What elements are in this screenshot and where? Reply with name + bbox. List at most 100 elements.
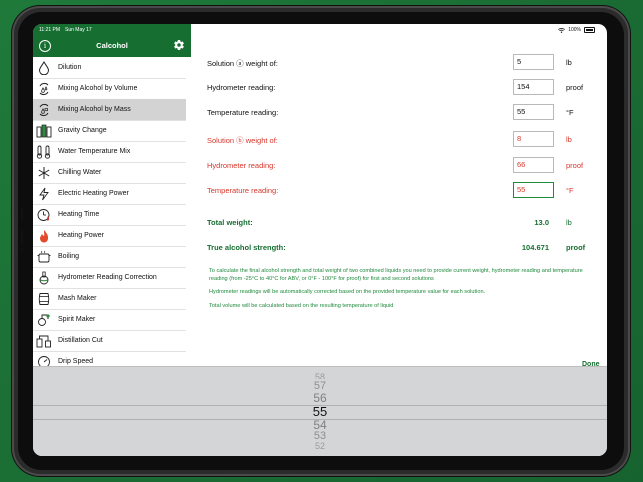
picker-option[interactable]: 53 <box>33 430 607 442</box>
drip-gauge-icon <box>36 354 52 366</box>
sidebar-item-chilling-water[interactable]: Chilling Water <box>33 162 186 184</box>
lightning-icon <box>36 186 52 202</box>
sidebar-item-label: Dilution <box>58 64 82 71</box>
hydrometer-correction-icon <box>36 270 52 286</box>
sidebar-item-label: Spirit Maker <box>58 316 96 323</box>
picker-option[interactable]: 52 <box>33 442 607 449</box>
unit-label: proof <box>566 161 584 170</box>
sidebar-item-electric-heating-power[interactable]: Electric Heating Power <box>33 183 186 205</box>
unit-label: °F <box>566 108 574 117</box>
snowflake-icon <box>36 165 52 181</box>
unit-label: lb <box>566 135 572 144</box>
sidebar-item-label: Mixing Alcohol by Mass <box>58 106 131 113</box>
field-label: Solution ⓐ weight of: <box>207 59 278 68</box>
true-strength-label: True alcohol strength: <box>207 243 286 252</box>
flame-icon <box>36 228 52 244</box>
solution-a-temperature-row: Temperature reading: 55 °F <box>207 104 603 122</box>
mix-volume-icon <box>36 81 52 97</box>
solution-b-temperature-row: Temperature reading: 55 °F <box>207 182 603 200</box>
sidebar-item-hydrometer-reading-correction[interactable]: Hydrometer Reading Correction <box>33 267 186 289</box>
solution-a-hydrometer-input[interactable]: 154 <box>513 79 554 95</box>
solution-b-temperature-input[interactable]: 55 <box>513 182 554 198</box>
barrel-icon <box>36 291 52 307</box>
side-button <box>21 248 23 251</box>
picker-option[interactable]: 58 <box>33 372 607 379</box>
field-label: Hydrometer reading: <box>207 83 276 92</box>
sidebar-item-label: Water Temperature Mix <box>58 148 131 155</box>
app-screen: 11:21 PM Sun May 17 100% i Calcohol Dilu… <box>33 24 607 456</box>
sidebar-item-water-temperature-mix[interactable]: Water Temperature Mix <box>33 141 186 163</box>
info-note: Hydrometer readings will be automaticall… <box>209 289 486 295</box>
sidebar-item-drip-speed[interactable]: Drip Speed <box>33 351 186 366</box>
true-strength-value: 104.671 <box>521 243 549 252</box>
side-button <box>21 230 23 244</box>
drop-icon <box>36 60 52 76</box>
pot-icon <box>36 249 52 265</box>
sidebar-item-label: Mixing Alcohol by Volume <box>58 85 138 92</box>
app-title: Calcohol <box>96 41 128 50</box>
picker-selected-option[interactable]: 55 <box>33 404 607 419</box>
sidebar-item-label: Drip Speed <box>58 358 94 365</box>
sidebar-item-label: Gravity Change <box>58 127 107 134</box>
sidebar-item-heating-power[interactable]: Heating Power <box>33 225 186 247</box>
still-icon <box>36 312 52 328</box>
solution-a-weight-input[interactable]: 5 <box>513 54 554 70</box>
field-label: Solution ⓑ weight of: <box>207 136 278 145</box>
sidebar-item-distillation-cut[interactable]: Distillation Cut <box>33 330 186 352</box>
solution-a-temperature-input[interactable]: 55 <box>513 104 554 120</box>
solution-b-hydrometer-input[interactable]: 66 <box>513 157 554 173</box>
sidebar-item-label: Heating Power <box>58 232 104 239</box>
status-time: 11:21 PM <box>39 27 61 33</box>
solution-b-hydrometer-row: Hydrometer reading: 66 proof <box>207 157 603 175</box>
side-button <box>21 208 23 222</box>
solution-a-hydrometer-row: Hydrometer reading: 154 proof <box>207 79 603 97</box>
sidebar-item-label: Mash Maker <box>58 295 97 302</box>
sidebar-item-heating-time[interactable]: Heating Time <box>33 204 186 226</box>
sidebar-item-gravity-change[interactable]: Gravity Change <box>33 120 186 142</box>
sidebar-item-label: Hydrometer Reading Correction <box>58 274 157 281</box>
sidebar: i Calcohol Dilution Mixing Alcohol by Vo… <box>33 36 192 366</box>
thermometer-icon <box>36 144 52 160</box>
timer-icon <box>36 207 52 223</box>
sidebar-item-label: Distillation Cut <box>58 337 103 344</box>
unit-label: lb <box>566 58 572 67</box>
total-weight-unit: lb <box>566 218 572 227</box>
distill-icon <box>36 333 52 349</box>
sidebar-item-label: Electric Heating Power <box>58 190 129 197</box>
sidebar-item-label: Boiling <box>58 253 80 260</box>
hydrometer-icon <box>36 123 52 139</box>
info-note: To calculate the final alcohol strength … <box>209 268 583 282</box>
true-strength-unit: proof <box>566 243 586 252</box>
picker-option[interactable]: 56 <box>33 391 607 405</box>
sidebar-item-boiling[interactable]: Boiling <box>33 246 186 268</box>
sidebar-item-mixing-by-volume[interactable]: Mixing Alcohol by Volume <box>33 78 186 100</box>
total-weight-label: Total weight: <box>207 218 253 227</box>
status-date: Sun May 17 <box>65 27 92 33</box>
sidebar-item-spirit-maker[interactable]: Spirit Maker <box>33 309 186 331</box>
battery-percent: 100% <box>568 27 581 33</box>
sidebar-item-mash-maker[interactable]: Mash Maker <box>33 288 186 310</box>
main-panel: Solution ⓐ weight of: 5 lb Hydrometer re… <box>191 36 607 368</box>
gear-icon[interactable] <box>173 39 185 51</box>
sidebar-item-dilution[interactable]: Dilution <box>33 57 186 79</box>
sidebar-header: i Calcohol <box>33 36 191 57</box>
status-bar-right: 100% <box>558 27 595 33</box>
field-label: Temperature reading: <box>207 108 279 117</box>
mix-mass-icon <box>36 102 52 118</box>
status-bar: 11:21 PM Sun May 17 100% <box>33 24 607 36</box>
sidebar-item-label: Heating Time <box>58 211 100 218</box>
sidebar-item-mixing-by-mass[interactable]: Mixing Alcohol by Mass <box>33 99 186 121</box>
solution-a-weight-row: Solution ⓐ weight of: 5 lb <box>207 54 603 72</box>
solution-b-weight-row: Solution ⓑ weight of: 8 lb <box>207 131 603 149</box>
sidebar-item-label: Chilling Water <box>58 169 102 176</box>
unit-label: °F <box>566 186 574 195</box>
total-weight-value: 13.0 <box>534 218 549 227</box>
wifi-icon <box>558 27 566 33</box>
number-picker[interactable]: 58 57 56 55 54 53 52 <box>33 366 607 456</box>
solution-b-weight-input[interactable]: 8 <box>513 131 554 147</box>
field-label: Hydrometer reading: <box>207 161 276 170</box>
status-bar-left: 11:21 PM Sun May 17 <box>33 24 191 36</box>
field-label: Temperature reading: <box>207 186 279 195</box>
battery-icon <box>584 27 595 33</box>
unit-label: proof <box>566 83 584 92</box>
